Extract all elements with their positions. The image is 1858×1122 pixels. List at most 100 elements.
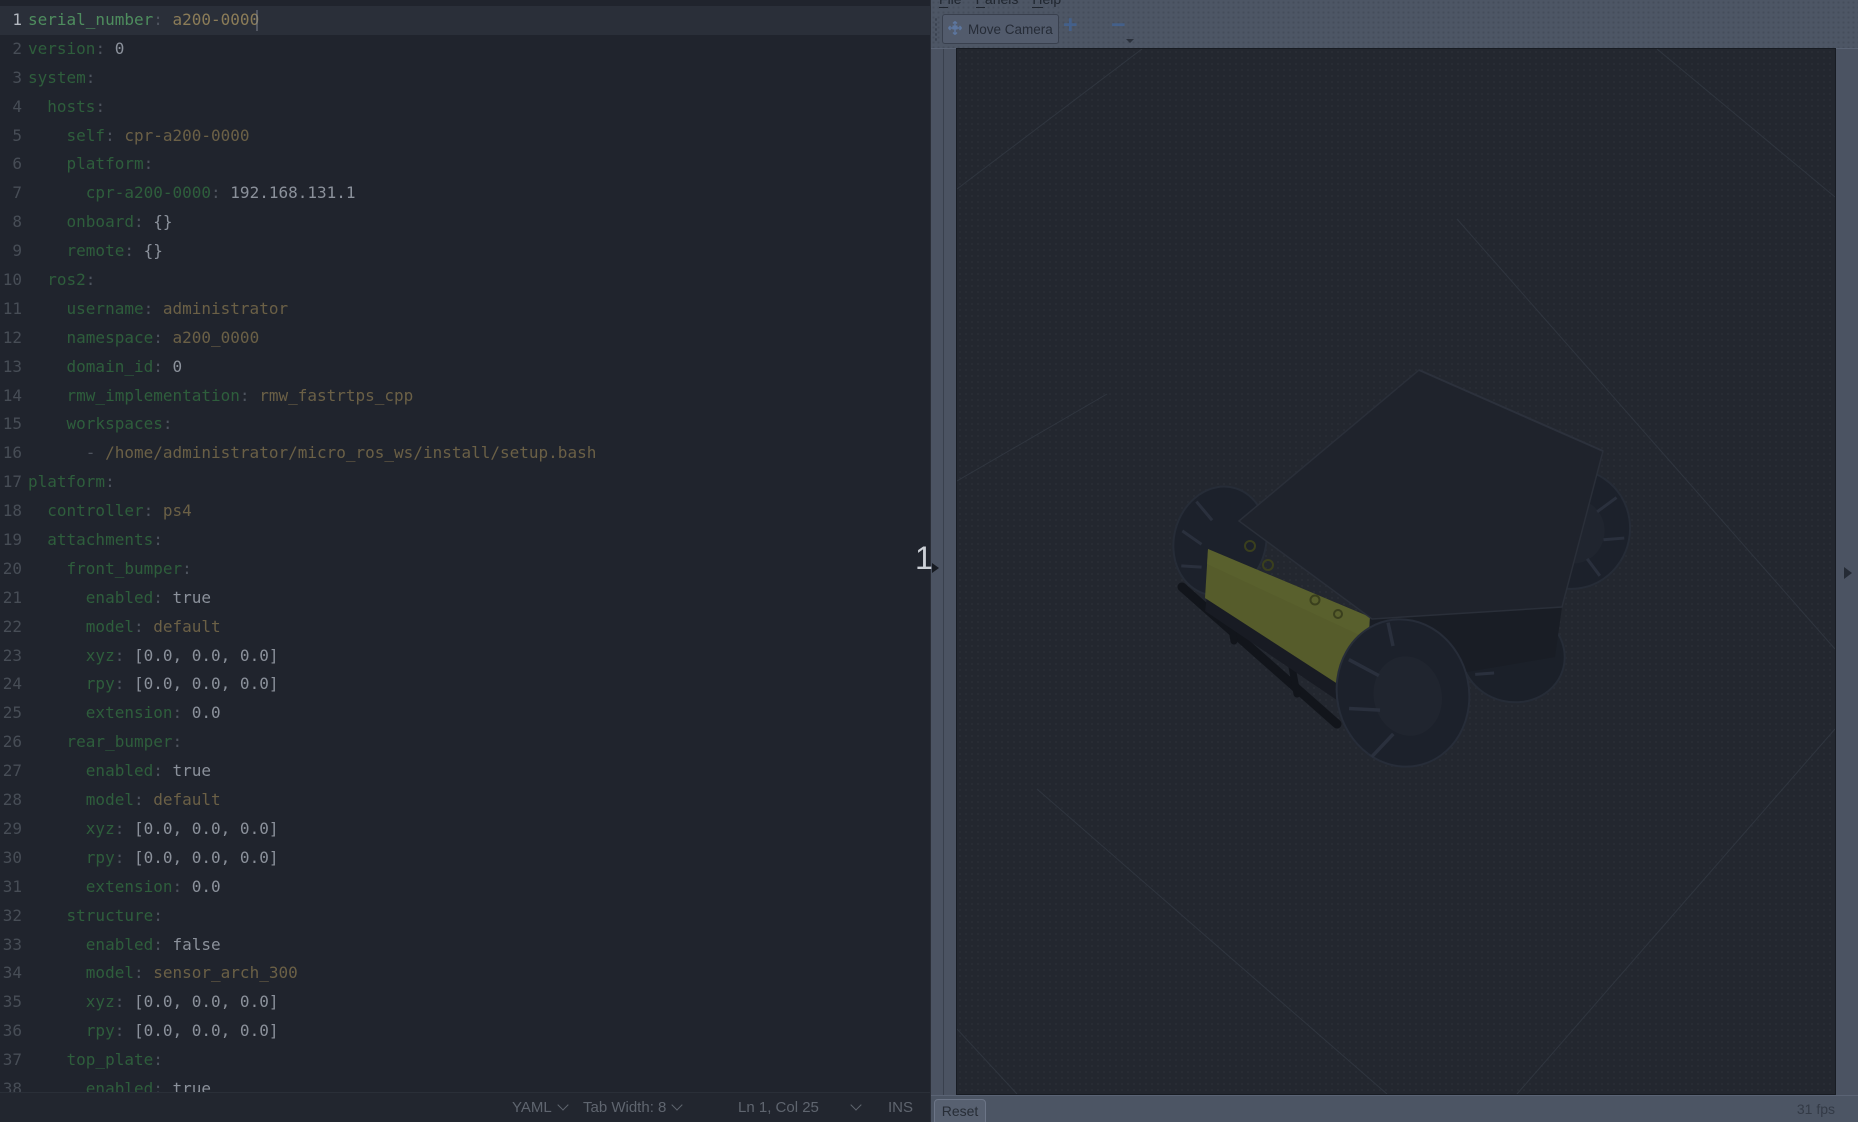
yaml-line[interactable]: 22 model: default — [0, 613, 930, 642]
yaml-line[interactable]: 32 structure: — [0, 902, 930, 931]
line-number: 4 — [0, 93, 22, 122]
yaml-line[interactable]: 12 namespace: a200_0000 — [0, 324, 930, 353]
rviz-main-area — [931, 48, 1858, 1095]
yaml-line[interactable]: 18 controller: ps4 — [0, 497, 930, 526]
line-number: 12 — [0, 324, 22, 353]
yaml-line[interactable]: 5 self: cpr-a200-0000 — [0, 122, 930, 151]
line-content: rpy: [0.0, 0.0, 0.0] — [22, 670, 278, 699]
line-content: model: default — [22, 613, 221, 642]
line-number: 20 — [0, 555, 22, 584]
yaml-line[interactable]: 30 rpy: [0.0, 0.0, 0.0] — [0, 844, 930, 873]
dock-splitter-right — [1836, 48, 1858, 1096]
line-content: enabled: false — [22, 931, 221, 960]
yaml-line[interactable]: 35 xyz: [0.0, 0.0, 0.0] — [0, 988, 930, 1017]
line-content: xyz: [0.0, 0.0, 0.0] — [22, 642, 278, 671]
line-number: 21 — [0, 584, 22, 613]
yaml-line[interactable]: 21 enabled: true — [0, 584, 930, 613]
yaml-line[interactable]: 2version: 0 — [0, 35, 930, 64]
line-content: - /home/administrator/micro_ros_ws/insta… — [22, 439, 596, 468]
yaml-line[interactable]: 28 model: default — [0, 786, 930, 815]
yaml-line[interactable]: 26 rear_bumper: — [0, 728, 930, 757]
line-number: 27 — [0, 757, 22, 786]
move-camera-icon — [947, 20, 963, 39]
line-number: 9 — [0, 237, 22, 266]
move-camera-tool-button[interactable]: Move Camera — [942, 14, 1059, 44]
line-content: version: 0 — [22, 35, 124, 64]
yaml-line[interactable]: 34 model: sensor_arch_300 — [0, 959, 930, 988]
line-content: platform: — [22, 150, 153, 179]
line-number: 22 — [0, 613, 22, 642]
line-content: rpy: [0.0, 0.0, 0.0] — [22, 844, 278, 873]
splitter-line — [943, 49, 944, 1096]
line-number: 11 — [0, 295, 22, 324]
line-content: attachments: — [22, 526, 163, 555]
yaml-line[interactable]: 10 ros2: — [0, 266, 930, 295]
toolbar-drag-handle[interactable] — [934, 17, 939, 43]
editor-text-area[interactable]: 1serial_number: a200-00002version: 03sys… — [0, 6, 930, 1095]
yaml-line[interactable]: 15 workspaces: — [0, 410, 930, 439]
line-number: 23 — [0, 642, 22, 671]
menu-item-panels[interactable]: Panels — [976, 0, 1019, 7]
expand-panel-arrow-icon[interactable] — [1844, 567, 1852, 579]
add-tool-button[interactable]: + — [1063, 11, 1078, 40]
line-content: system: — [22, 64, 95, 93]
yaml-line[interactable]: 25 extension: 0.0 — [0, 699, 930, 728]
chevron-down-icon — [850, 1099, 861, 1110]
editor-status-bar: YAML Tab Width: 8 Ln 1, Col 25 INS — [0, 1092, 930, 1122]
line-content: enabled: true — [22, 584, 211, 613]
line-number: 2 — [0, 35, 22, 64]
rviz-3d-viewport[interactable] — [956, 48, 1836, 1095]
language-dropdown[interactable]: YAML — [512, 1093, 567, 1122]
yaml-line[interactable]: 37 top_plate: — [0, 1046, 930, 1075]
line-number: 37 — [0, 1046, 22, 1075]
menu-item-file[interactable]: File — [939, 0, 962, 7]
line-number: 13 — [0, 353, 22, 382]
tab-width-dropdown[interactable]: Tab Width: 8 — [583, 1093, 681, 1122]
yaml-line[interactable]: 1serial_number: a200-0000 — [0, 6, 930, 35]
yaml-line[interactable]: 11 username: administrator — [0, 295, 930, 324]
dropdown-arrow-icon[interactable] — [1126, 39, 1134, 43]
remove-tool-button[interactable]: − — [1111, 11, 1126, 40]
line-number: 14 — [0, 382, 22, 411]
husky-robot-model — [1161, 370, 1641, 779]
line-content: controller: ps4 — [22, 497, 192, 526]
line-content: rear_bumper: — [22, 728, 182, 757]
line-content: onboard: {} — [22, 208, 173, 237]
yaml-line[interactable]: 31 extension: 0.0 — [0, 873, 930, 902]
yaml-line[interactable]: 7 cpr-a200-0000: 192.168.131.1 — [0, 179, 930, 208]
yaml-line[interactable]: 36 rpy: [0.0, 0.0, 0.0] — [0, 1017, 930, 1046]
cursor-position-button[interactable]: Ln 1, Col 25 — [738, 1093, 819, 1122]
yaml-line[interactable]: 33 enabled: false — [0, 931, 930, 960]
line-number: 35 — [0, 988, 22, 1017]
line-number: 29 — [0, 815, 22, 844]
yaml-line[interactable]: 4 hosts: — [0, 93, 930, 122]
yaml-line[interactable]: 6 platform: — [0, 150, 930, 179]
yaml-line[interactable]: 20 front_bumper: — [0, 555, 930, 584]
line-content: top_plate: — [22, 1046, 163, 1075]
yaml-line[interactable]: 23 xyz: [0.0, 0.0, 0.0] — [0, 642, 930, 671]
yaml-line[interactable]: 19 attachments: — [0, 526, 930, 555]
line-content: xyz: [0.0, 0.0, 0.0] — [22, 988, 278, 1017]
line-content: self: cpr-a200-0000 — [22, 122, 250, 151]
line-content: serial_number: a200-0000 — [22, 6, 259, 35]
yaml-line[interactable]: 24 rpy: [0.0, 0.0, 0.0] — [0, 670, 930, 699]
reset-button[interactable]: Reset — [934, 1099, 986, 1122]
yaml-line[interactable]: 13 domain_id: 0 — [0, 353, 930, 382]
rviz-toolbar: Move Camera + − — [931, 10, 1858, 48]
yaml-line[interactable]: 9 remote: {} — [0, 237, 930, 266]
line-content: platform: — [22, 468, 115, 497]
menu-item-help[interactable]: Help — [1032, 0, 1061, 7]
rviz-menu-bar: File Panels Help — [931, 0, 1858, 10]
yaml-line[interactable]: 29 xyz: [0.0, 0.0, 0.0] — [0, 815, 930, 844]
statusbar-chevron[interactable] — [845, 1093, 860, 1122]
yaml-line[interactable]: 16 - /home/administrator/micro_ros_ws/in… — [0, 439, 930, 468]
yaml-line[interactable]: 8 onboard: {} — [0, 208, 930, 237]
line-number: 18 — [0, 497, 22, 526]
line-number: 28 — [0, 786, 22, 815]
yaml-line[interactable]: 27 enabled: true — [0, 757, 930, 786]
yaml-line[interactable]: 17platform: — [0, 468, 930, 497]
yaml-line[interactable]: 14 rmw_implementation: rmw_fastrtps_cpp — [0, 382, 930, 411]
line-content: rmw_implementation: rmw_fastrtps_cpp — [22, 382, 413, 411]
line-number: 26 — [0, 728, 22, 757]
yaml-line[interactable]: 3system: — [0, 64, 930, 93]
